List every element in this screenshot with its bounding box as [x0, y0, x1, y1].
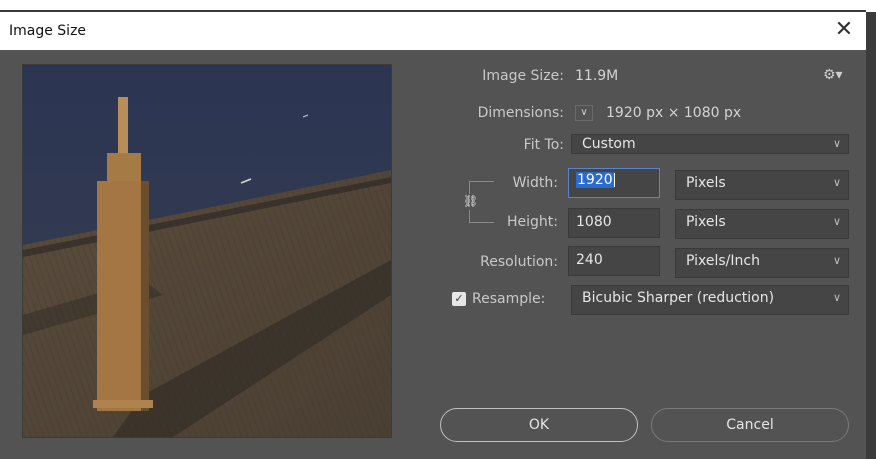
width-value: 1920: [576, 172, 614, 188]
text-caret: [613, 173, 615, 187]
resample-label: Resample:: [472, 291, 546, 307]
chevron-down-icon: ∨: [832, 176, 841, 189]
close-icon[interactable]: ✕: [832, 18, 856, 42]
image-preview[interactable]: [22, 64, 392, 438]
chevron-down-icon: ∨: [832, 137, 841, 150]
resolution-unit-value: Pixels/Inch: [686, 253, 760, 269]
image-size-value: 11.9M: [575, 68, 619, 84]
dimensions-label: Dimensions:: [477, 105, 564, 121]
height-field[interactable]: 1080: [568, 208, 660, 238]
preview-photo: [23, 65, 391, 437]
cancel-button[interactable]: Cancel: [651, 408, 849, 442]
resample-value: Bicubic Sharper (reduction): [582, 290, 775, 306]
width-field[interactable]: 1920: [568, 168, 660, 198]
chevron-down-icon: ∨: [832, 291, 841, 304]
window-edge: [866, 12, 876, 459]
resample-checkbox[interactable]: ✓: [452, 292, 466, 306]
width-unit-select[interactable]: Pixels ∨: [675, 170, 849, 200]
height-value: 1080: [576, 214, 612, 230]
fit-to-value: Custom: [582, 136, 636, 152]
fit-to-label: Fit To:: [523, 137, 564, 153]
resolution-label: Resolution:: [480, 254, 558, 270]
height-unit-value: Pixels: [686, 214, 726, 230]
title-bar: Image Size ✕: [0, 12, 866, 50]
ok-button[interactable]: OK: [440, 408, 638, 442]
height-unit-select[interactable]: Pixels ∨: [675, 209, 849, 239]
resolution-field[interactable]: 240: [568, 246, 660, 276]
resolution-unit-select[interactable]: Pixels/Inch ∨: [675, 248, 849, 278]
link-icon[interactable]: ⛓: [463, 193, 478, 209]
resolution-value: 240: [576, 252, 603, 268]
dialog-title: Image Size: [9, 23, 87, 39]
height-label: Height:: [507, 214, 558, 230]
width-unit-value: Pixels: [686, 175, 726, 191]
width-label: Width:: [512, 175, 558, 191]
chevron-down-icon: ∨: [832, 215, 841, 228]
resample-select[interactable]: Bicubic Sharper (reduction) ∨: [571, 285, 849, 315]
top-strip: [0, 0, 876, 12]
chevron-down-icon: ∨: [832, 254, 841, 267]
fit-to-select[interactable]: Custom ∨: [571, 134, 849, 154]
chevron-down-icon[interactable]: ∨: [575, 105, 593, 121]
dimensions-value: 1920 px × 1080 px: [606, 105, 742, 121]
gear-icon[interactable]: ⚙▾: [823, 67, 843, 83]
image-size-label: Image Size:: [482, 68, 564, 84]
